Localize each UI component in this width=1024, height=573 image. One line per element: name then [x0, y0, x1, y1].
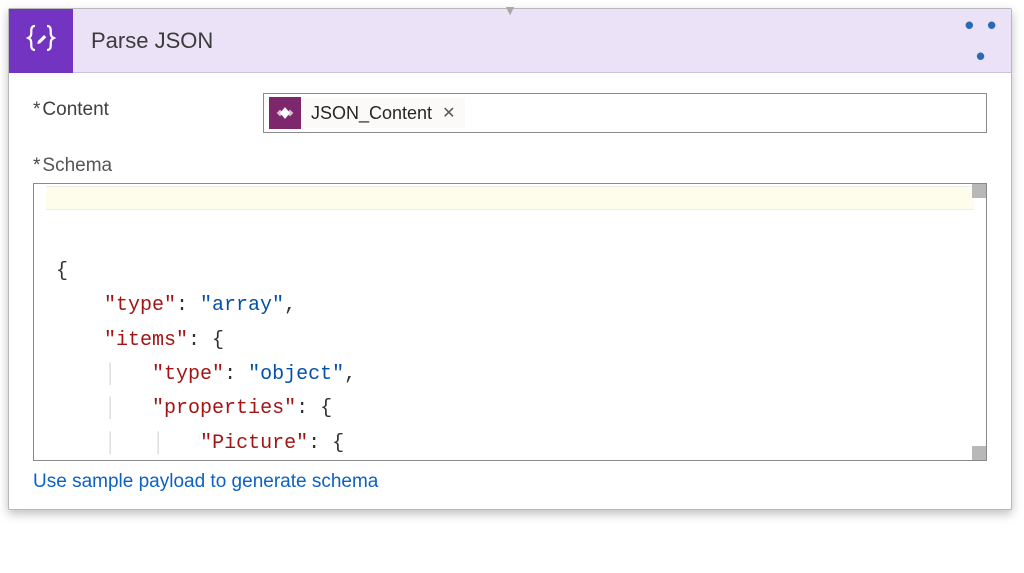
more-menu-button[interactable]: • • • [959, 10, 1011, 72]
remove-chip-button[interactable]: ✕ [442, 103, 455, 123]
chip-label: JSON_Content [311, 103, 432, 124]
card-title: Parse JSON [73, 28, 959, 54]
schema-row: *Schema { "type": "array", "items": { │ … [33, 155, 987, 493]
content-label: *Content [33, 93, 263, 121]
schema-editor[interactable]: { "type": "array", "items": { │ "type": … [33, 183, 987, 461]
sample-payload-link[interactable]: Use sample payload to generate schema [33, 471, 378, 493]
card-body: *Content JSON_Content ✕ *Schema [9, 73, 1011, 509]
powerapps-icon [269, 97, 301, 129]
card-header[interactable]: Parse JSON • • • [9, 9, 1011, 73]
scrollbar-marker-bottom [972, 446, 986, 460]
content-row: *Content JSON_Content ✕ [33, 93, 987, 133]
schema-label: *Schema [33, 155, 987, 177]
action-icon-tile [9, 9, 73, 73]
ellipsis-icon: • • • [965, 10, 999, 71]
dynamic-content-chip[interactable]: JSON_Content ✕ [268, 97, 466, 129]
braces-pencil-icon [23, 20, 59, 61]
schema-code-text[interactable]: { "type": "array", "items": { │ "type": … [56, 255, 964, 461]
content-input[interactable]: JSON_Content ✕ [263, 93, 987, 133]
scrollbar-marker-top [972, 184, 986, 198]
incoming-connector-icon: ▼ [503, 3, 517, 17]
vertical-scrollbar[interactable] [972, 184, 986, 460]
parse-json-card: ▼ Parse JSON • • • *Content [8, 8, 1012, 510]
